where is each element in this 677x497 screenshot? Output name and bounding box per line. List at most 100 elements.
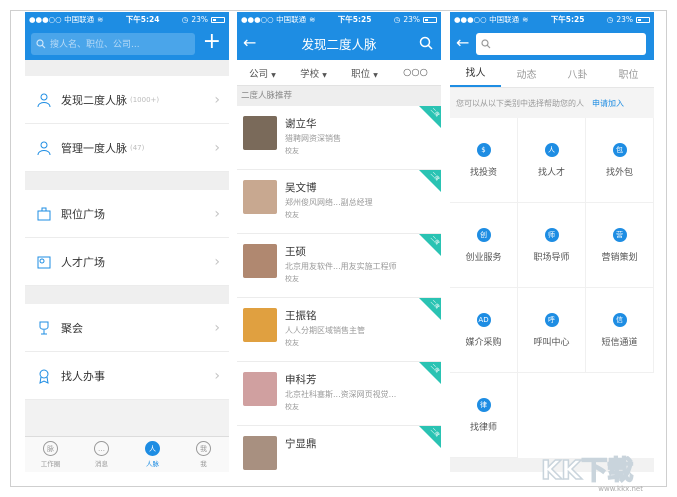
profile-icon: 我 xyxy=(196,441,211,456)
category-icon: 信 xyxy=(612,312,627,327)
person-desc: 猎聘网资深销售 xyxy=(285,134,341,143)
chevron-right-icon: › xyxy=(214,206,220,222)
menu-section-jobs: 职位广场 › 人才广场 › xyxy=(25,190,229,286)
category-icon: $ xyxy=(476,142,491,157)
avatar xyxy=(243,436,277,470)
tab-find-people[interactable]: 找人 xyxy=(450,64,501,87)
menu-label: 聚会 xyxy=(61,321,83,335)
person-row[interactable]: 王振铭 人人分期区域销售主管 校友 二度 xyxy=(237,298,441,362)
menu-label: 职位广场 xyxy=(61,207,105,221)
person-row[interactable]: 王硕 北京用友软件...用友实施工程师 校友 二度 xyxy=(237,234,441,298)
tab-gossip[interactable]: 八卦 xyxy=(552,66,603,87)
category-grid: $ 找投资人找人才包找外包创创业服务师职场导师营营销策划 AD 媒介采购呼呼叫中心信短… xyxy=(450,118,654,458)
category-item[interactable]: 信短信通道 xyxy=(586,288,654,373)
tab-contacts[interactable]: 人人脉 xyxy=(127,437,178,472)
avatar xyxy=(243,116,277,150)
person-info: 吴文博 郑州俊风网络...副总经理 校友 xyxy=(285,180,373,223)
category-label: 营销策划 xyxy=(601,252,638,263)
filter-school[interactable]: 学校 ▼ xyxy=(288,66,339,80)
tab-messages[interactable]: … 消息 xyxy=(76,437,127,472)
category-label: 找投资 xyxy=(469,167,497,178)
category-icon: 包 xyxy=(612,142,627,157)
category-item[interactable]: 创创业服务 xyxy=(450,203,518,288)
tab-jobs[interactable]: 职位 xyxy=(603,66,654,87)
person-row[interactable]: 谢立华 猎聘网资深销售 校友 二度 xyxy=(237,106,441,170)
category-item[interactable]: 呼呼叫中心 xyxy=(518,288,586,373)
filter-bar: 公司 ▼ 学校 ▼ 职位 ▼ ○○○ xyxy=(237,60,441,86)
menu-item-talent[interactable]: 人才广场 › xyxy=(25,238,229,286)
medal-icon xyxy=(35,367,53,385)
alarm-icon: ◷ xyxy=(393,15,401,24)
person-info: 王振铭 人人分期区域销售主管 校友 xyxy=(285,308,365,351)
category-item[interactable]: 律找律师 xyxy=(450,373,518,458)
menu-label: 发现二度人脉 xyxy=(61,93,127,107)
trophy-icon xyxy=(35,319,53,337)
category-item[interactable]: 人找人才 xyxy=(518,118,586,203)
person-row[interactable]: 吴文博 郑州俊风网络...副总经理 校友 二度 xyxy=(237,170,441,234)
add-button[interactable]: + xyxy=(203,31,221,53)
nav-bar: ← 发现二度人脉 xyxy=(237,27,441,60)
tab-workcircle[interactable]: 脉工作圈 xyxy=(25,437,76,472)
category-label: 媒介采购 xyxy=(465,337,502,348)
person-info: 谢立华 猎聘网资深销售 校友 xyxy=(285,116,341,159)
search-icon xyxy=(481,38,491,48)
tab-feed[interactable]: 动态 xyxy=(501,66,552,87)
apply-join-link[interactable]: 申请加入 xyxy=(592,98,624,109)
search-icon[interactable] xyxy=(419,35,433,54)
back-arrow-icon[interactable]: ← xyxy=(456,33,469,53)
menu-item-discover[interactable]: 发现二度人脉 (1000+) › xyxy=(25,76,229,124)
search-icon xyxy=(36,38,46,48)
person-desc: 郑州俊风网络...副总经理 xyxy=(285,198,373,207)
menu-item-manage[interactable]: 管理一度人脉 (47) › xyxy=(25,124,229,172)
category-icon: 呼 xyxy=(544,312,559,327)
people-list: 谢立华 猎聘网资深销售 校友 二度 吴文博 郑州俊风网络...副总经理 校友 二度 王硕 北京用友… xyxy=(237,106,441,472)
category-label: 职场导师 xyxy=(533,252,570,263)
status-bar: ●●●○○ 中国联通 ≋ 下午5:24 ◷ 23% xyxy=(25,12,229,27)
person-info: 申科芳 北京社科塞斯...资深网页视觉... 校友 xyxy=(285,372,396,415)
tab-label: 人脉 xyxy=(146,460,159,468)
person-name: 宁显鼎 xyxy=(285,438,317,450)
filter-position[interactable]: 职位 ▼ xyxy=(339,66,390,80)
person-name: 申科芳 xyxy=(285,374,317,386)
workcircle-icon: 脉 xyxy=(43,441,58,456)
briefcase-icon xyxy=(35,205,53,223)
phone-screen-search: ●●●○○ 中国联通 ≋ 下午5:25 ◷ 23% ← 找人 动态 八卦 职位 您可… xyxy=(450,12,654,472)
person-tag: 校友 xyxy=(285,211,299,219)
hint-bar: 您可以从以下类别中选择帮助您的人 申请加入 xyxy=(450,88,654,118)
category-item[interactable]: 包找外包 xyxy=(586,118,654,203)
avatar xyxy=(243,244,277,278)
category-item[interactable]: AD 媒介采购 xyxy=(450,288,518,373)
chevron-right-icon: › xyxy=(214,92,220,108)
nav-bar: ← xyxy=(450,27,654,60)
tab-me[interactable]: 我我 xyxy=(178,437,229,472)
category-label: 短信通道 xyxy=(601,337,638,348)
menu-section-contacts: 发现二度人脉 (1000+) › 管理一度人脉 (47) › xyxy=(25,76,229,172)
category-item[interactable]: $ 找投资 xyxy=(450,118,518,203)
menu-item-jobs[interactable]: 职位广场 › xyxy=(25,190,229,238)
watermark-url: www.kkx.net xyxy=(598,485,643,493)
avatar xyxy=(243,180,277,214)
person-row[interactable]: 宁显鼎 二度 xyxy=(237,426,441,472)
category-item[interactable]: 营营销策划 xyxy=(586,203,654,288)
filter-more[interactable]: ○○○ xyxy=(390,67,441,78)
talent-card-icon xyxy=(35,253,53,271)
battery-icon xyxy=(423,16,437,23)
chat-bubble-icon: … xyxy=(94,441,109,456)
menu-item-party[interactable]: 聚会 › xyxy=(25,304,229,352)
section-gap xyxy=(25,172,229,190)
chevron-right-icon: › xyxy=(214,254,220,270)
section-gap xyxy=(25,286,229,304)
wifi-icon: ≋ xyxy=(522,15,529,24)
category-label: 找律师 xyxy=(469,422,497,433)
category-item[interactable]: 师职场导师 xyxy=(518,203,586,288)
filter-label: 学校 xyxy=(300,68,320,80)
search-placeholder: 搜人名、职位、公司... xyxy=(50,40,140,50)
search-input[interactable]: 搜人名、职位、公司... xyxy=(31,32,195,55)
menu-item-errand[interactable]: 找人办事 › xyxy=(25,352,229,400)
search-input[interactable] xyxy=(476,32,646,55)
person-row[interactable]: 申科芳 北京社科塞斯...资深网页视觉... 校友 二度 xyxy=(237,362,441,426)
contacts-icon: 人 xyxy=(145,441,160,456)
filter-label: 职位 xyxy=(351,68,371,80)
filter-company[interactable]: 公司 ▼ xyxy=(237,66,288,80)
caret-down-icon: ▼ xyxy=(373,71,378,79)
